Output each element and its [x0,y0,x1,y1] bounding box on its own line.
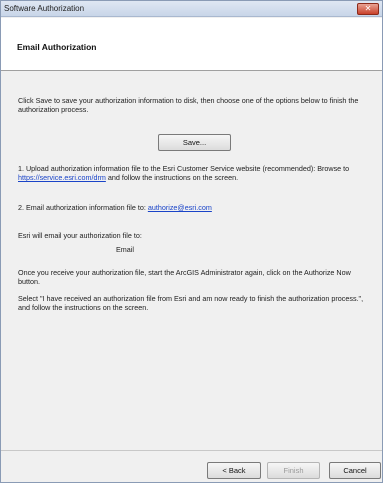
save-button[interactable]: Save... [158,134,231,151]
option-2-prefix: 2. Email authorization information file … [18,203,148,212]
close-icon: ✕ [364,4,372,13]
close-button[interactable]: ✕ [357,3,379,15]
wizard-content: Click Save to save your authorization in… [1,72,382,450]
email-value: Email [116,245,134,254]
authorize-email-link[interactable]: authorize@esri.com [148,203,212,212]
wizard-header: Email Authorization [1,18,382,71]
footer-divider [1,450,382,451]
window-title: Software Authorization [4,4,85,13]
option-1-text: 1. Upload authorization information file… [18,164,370,182]
option-1-prefix: 1. Upload authorization information file… [18,164,350,173]
email-note: Esri will email your authorization file … [18,231,142,240]
title-bar[interactable]: Software Authorization ✕ [1,1,382,17]
option-1-suffix: and follow the instructions on the scree… [105,173,239,182]
option-2-text: 2. Email authorization information file … [18,203,370,212]
cancel-button[interactable]: Cancel [329,462,381,479]
finish-button[interactable]: Finish [267,462,320,479]
receive-note: Once you receive your authorization file… [18,268,351,286]
back-button[interactable]: < Back [207,462,261,479]
esri-drm-link[interactable]: https://service.esri.com/drm [18,173,106,182]
software-authorization-dialog: Software Authorization ✕ Email Authoriza… [0,0,383,483]
page-heading: Email Authorization [17,42,97,52]
intro-text: Click Save to save your authorization in… [18,96,359,114]
select-note: Select "I have received an authorization… [18,294,364,312]
